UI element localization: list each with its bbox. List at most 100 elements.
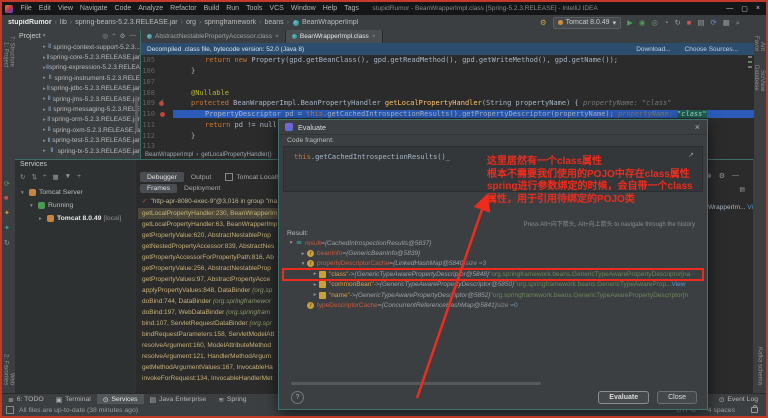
stack-frame[interactable]: bind:107, ServletRequestDataBinder (org.… [138,318,288,329]
result-tree-row[interactable]: ▸"name" -> {GenericTypeAwarePropertyDesc… [283,290,703,300]
stack-frame[interactable]: getLocalPropertyHandler:63, BeanWrapperI… [138,219,288,230]
evaluate-button[interactable]: Evaluate [598,391,649,404]
code-line[interactable]: 105return new Property(gpd.getBeanClass(… [141,55,754,66]
tab-deployment[interactable]: Deployment [177,184,227,193]
tree-arrow-icon[interactable]: ▸ [311,292,319,298]
window-minimize-icon[interactable]: — [726,5,733,13]
breadcrumb-item[interactable]: springframework [204,19,256,26]
dialog-titlebar[interactable]: Evaluate × [279,120,707,135]
stack-frame[interactable]: resolveArgument:160, ModelAttributeMetho… [138,340,288,351]
project-tree-item[interactable]: ▸‖spring-test-5.2.3.RELEASE.jar [15,136,140,146]
stack-frame[interactable]: getPropertyValue:620, AbstractNestablePr… [138,230,288,241]
wrench-icon[interactable]: ⚙ [540,19,547,27]
collapse-icon[interactable]: ÷ [112,32,116,40]
menu-navigate[interactable]: Navigate [76,5,111,12]
stop-icon[interactable]: ■ [687,19,692,27]
stack-frame[interactable]: getLocalPropertyHandler:230, BeanWrapper… [138,208,288,219]
result-tree-row[interactable]: ▸"class" -> {GenericTypeAwarePropertyDes… [283,269,703,279]
scrollbar[interactable] [135,96,138,132]
breadcrumb-segment[interactable]: BeanWrapperImpl [145,152,193,158]
breadcrumb-item[interactable]: lib [60,19,67,26]
view-link[interactable]: View [747,204,753,211]
project-tree-item[interactable]: ▸‖spring-core-5.2.3.RELEASE.jar [15,52,140,62]
project-tree-item[interactable]: ▸‖spring-expression-5.2.3.RELEA [15,63,140,73]
menu-icon[interactable]: ▤ [739,186,745,193]
project-tree-item[interactable]: ▸‖spring-tx-5.2.3.RELEASE.jar [15,146,140,156]
close-icon[interactable]: × [695,122,707,132]
tab-debugger[interactable]: Debugger [140,172,184,182]
stack-frame[interactable]: applyPropertyValues:848, DataBinder (org… [138,285,288,296]
menu-tools[interactable]: Tools [243,5,266,12]
breadcrumb-item[interactable]: BeanWrapperImpl [302,19,358,26]
tree-arrow-icon[interactable]: ▸ [311,282,319,288]
toolbar-icon[interactable]: ↻ [20,173,25,181]
tree-arrow-icon[interactable]: ▾ [299,261,307,267]
rerun-icon[interactable]: ⟳ [4,180,10,188]
indent-indicator[interactable]: 4 spaces [708,407,735,414]
result-tree-row[interactable]: ▸fbeanInfo = {GenericBeanInfo@5839} [283,248,703,258]
project-tree-item[interactable]: ▸‖spring-jms-5.2.3.RELEASE.jar [15,94,140,104]
window-maximize-icon[interactable]: ▢ [741,5,748,13]
tree-arrow-icon[interactable]: ▾ [287,240,295,246]
result-tree-row[interactable]: ▾ooresult = {CachedIntrospectionResults@… [283,238,703,248]
stack-frame[interactable]: doBind:744, DataBinder (org.springframew… [138,296,288,307]
menu-run[interactable]: Run [223,5,243,12]
project-panel-title[interactable]: Project [19,33,41,40]
deploy-icon[interactable]: ✦ [4,209,10,217]
breadcrumb-item[interactable]: beans [265,19,284,26]
rerun-icon[interactable]: ↻ [674,19,680,27]
code-line[interactable]: 106} [141,66,754,77]
stack-frame[interactable]: doBind:197, WebDataBinder (org.springfra… [138,307,288,318]
connect-icon[interactable]: ✦ [4,224,10,232]
menu-window[interactable]: Window [287,5,319,12]
tree-arrow-icon[interactable]: ▸ [39,216,47,222]
search-everywhere-icon[interactable]: ⌕ [736,19,740,27]
stripe-toggle-icon[interactable] [6,406,14,414]
locate-icon[interactable]: ◎ [102,32,108,40]
menu-analyze[interactable]: Analyze [135,5,167,12]
sync-icon[interactable]: ⟳ [710,19,716,27]
stack-frame[interactable]: getMethodArgumentValues:167, InvocableHa [138,362,288,373]
event-log-button[interactable]: ⊙ Event Log [719,396,766,404]
toolbar-icon[interactable]: ▦ [52,173,58,181]
menu-code[interactable]: Code [111,5,135,12]
tab-output[interactable]: Output [184,172,218,182]
hide-icon[interactable]: — [130,32,137,40]
banner-link[interactable]: Choose Sources... [685,46,738,53]
window-close-icon[interactable]: × [756,5,760,13]
project-tree-item[interactable]: ▸‖spring-orm-5.2.3.RELEASE.jar [15,115,140,125]
tree-arrow-icon[interactable]: ▾ [30,203,38,209]
project-tree-item[interactable]: ▸‖spring-oxm-5.2.3.RELEASE.ja [15,125,140,135]
menu-tags[interactable]: Tags [341,5,363,12]
stripe-web[interactable]: Web [9,373,15,385]
code-line[interactable]: 107 [141,77,754,88]
breadcrumb-item[interactable]: org [186,19,196,26]
stripe-ant[interactable]: Ant [759,42,765,51]
scrollbar[interactable] [291,382,541,385]
hide-icon[interactable]: — [732,172,739,180]
project-tree-item[interactable]: ▸‖spring-jdbc-5.2.3.RELEASE.jar [15,84,140,94]
tab-frames[interactable]: Frames [140,184,177,193]
stack-frame[interactable]: invokeForRequest:134, InvocableHandlerMe… [138,373,288,384]
thread-selector[interactable]: ✓"http-apr-8080-exec-9"@3,016 in group "… [142,197,290,205]
help-button[interactable]: ? [291,391,304,404]
result-tree-row[interactable]: ftypeDescriptorCache = {ConcurrentRefere… [283,300,703,310]
stack-frame[interactable]: bindRequestParameters:158, ServletModelA… [138,329,288,340]
settings-icon[interactable]: ⚙ [120,32,126,40]
breakpoint-icon[interactable] [160,112,165,117]
stripe-kafka-schema[interactable]: Kafka schema [757,347,763,385]
chevron-down-icon[interactable]: ▾ [43,33,46,39]
breadcrumb-item[interactable]: spring-beans-5.2.3.RELEASE.jar [75,19,177,26]
tree-arrow-icon[interactable]: ▾ [21,190,29,196]
settings-icon[interactable]: ⚙ [719,172,725,180]
tree-arrow-icon[interactable]: ▸ [299,251,307,257]
menu-refactor[interactable]: Refactor [167,5,200,12]
breadcrumb-segment[interactable]: getLocalPropertyHandler() [201,152,271,158]
variable-row[interactable]: WrapperIm... View [708,204,753,211]
tree-arrow-icon[interactable]: ▸ [311,271,319,277]
gutter-icon-slot[interactable] [155,100,169,106]
editor-tab[interactable]: AbstractNestablePropertyAccessor.class× [141,30,286,43]
stack-frame[interactable]: getNestedPropertyAccessor:839, AbstractN… [138,241,288,252]
restart-icon[interactable]: ↻ [4,239,10,247]
stripe-sciview[interactable]: SciView [759,70,765,91]
